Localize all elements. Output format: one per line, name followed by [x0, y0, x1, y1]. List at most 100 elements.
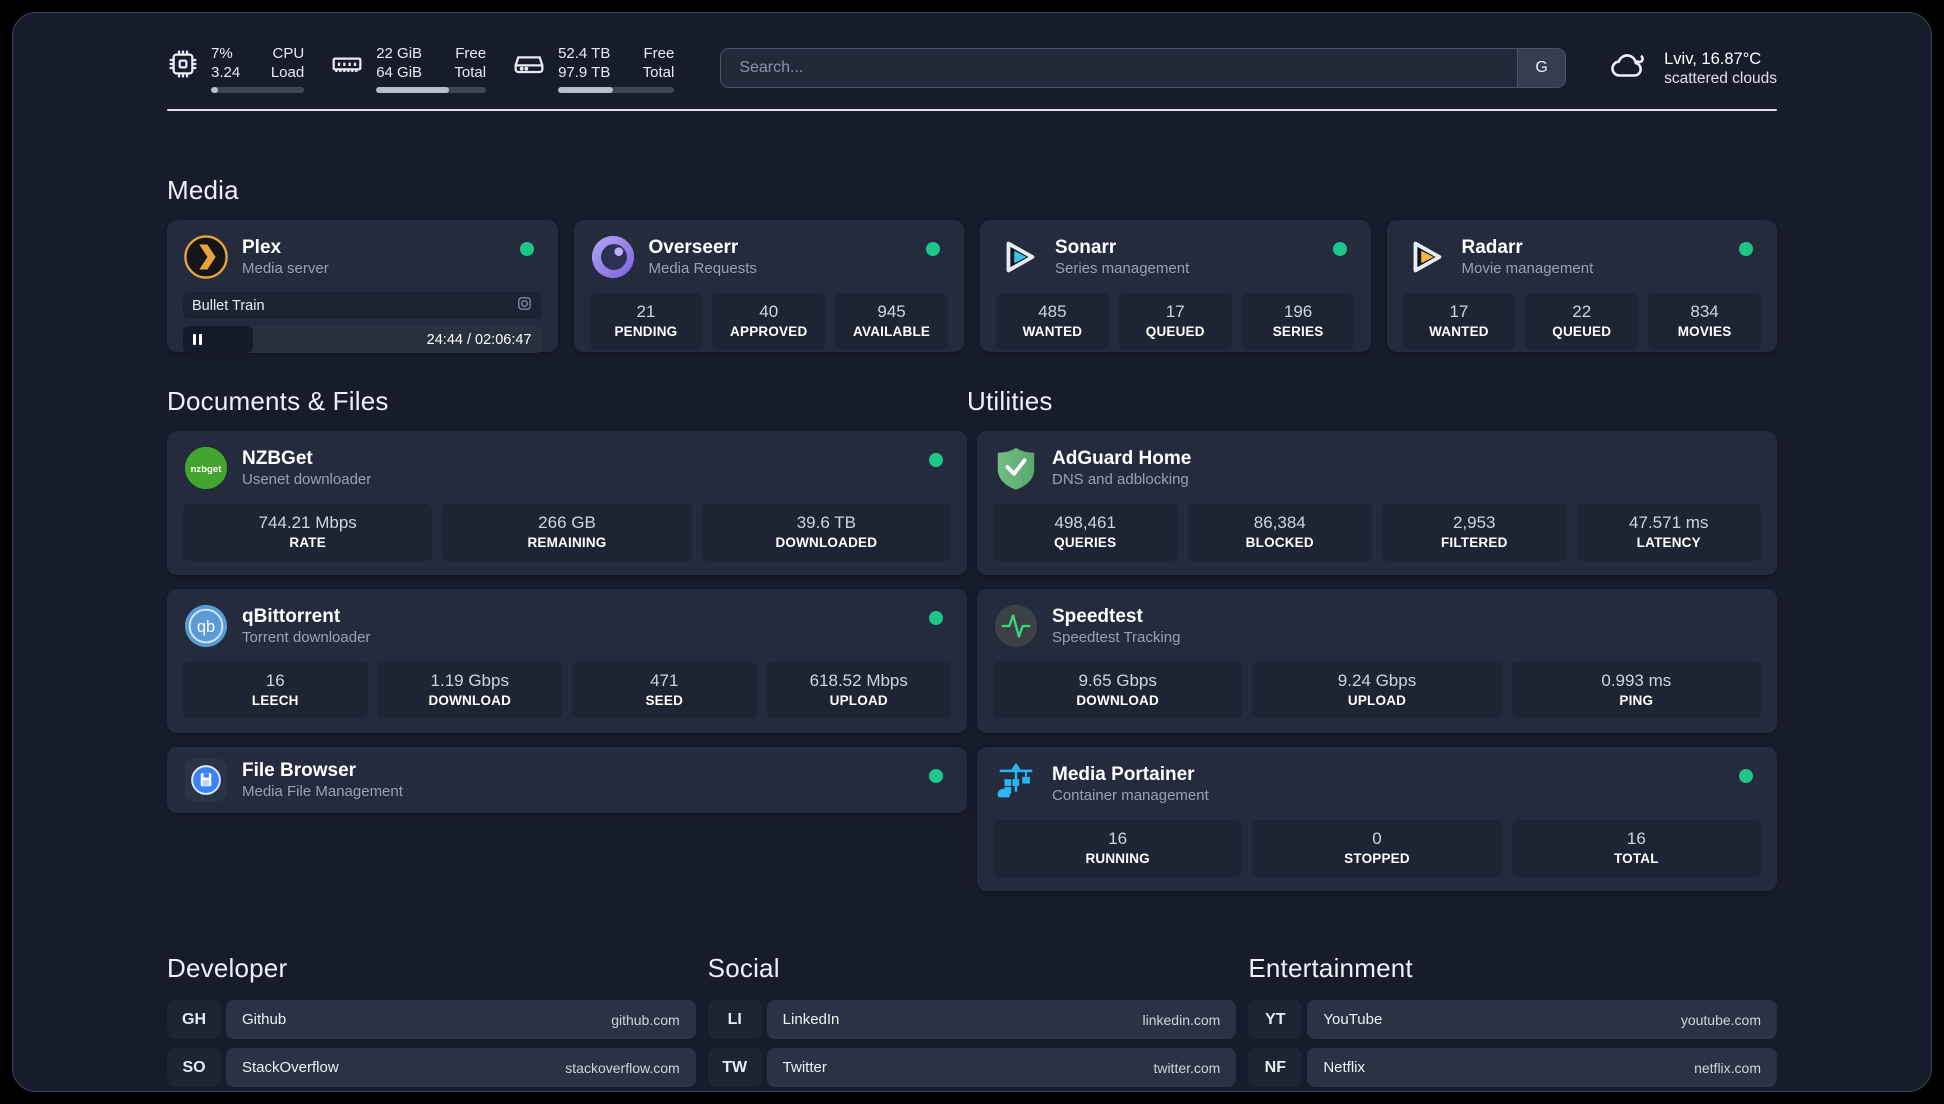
stat-value: 1.19 Gbps — [430, 671, 509, 690]
bookmark-name: LinkedIn — [782, 1011, 840, 1028]
stat-tile: 17 QUEUED — [1118, 293, 1232, 350]
portainer-card[interactable]: Media Portainer Container management 16 R… — [977, 747, 1777, 891]
search-engine-button[interactable]: G — [1517, 49, 1566, 87]
bookmark-github[interactable]: GH Github github.com — [167, 1000, 696, 1039]
stat-value: 9.24 Gbps — [1337, 671, 1417, 690]
pause-icon[interactable] — [193, 334, 202, 345]
bookmark-abbr: TW — [707, 1048, 762, 1087]
bookmark-twitter[interactable]: TW Twitter twitter.com — [707, 1048, 1237, 1087]
radarr-icon — [1403, 234, 1449, 280]
stat-label: FILTERED — [1440, 535, 1508, 550]
nzbget-card[interactable]: nzbget NZBGet Usenet downloader 744.21 M… — [167, 431, 967, 575]
speedtest-icon — [993, 603, 1039, 649]
filebrowser-card[interactable]: File Browser Media File Management — [167, 747, 967, 813]
weather-condition: scattered clouds — [1664, 69, 1777, 87]
status-dot — [1332, 242, 1347, 256]
stat-value: 834 — [1690, 302, 1719, 321]
filebrowser-icon — [183, 757, 229, 803]
app-name: qBittorrent — [242, 606, 341, 627]
bookmark-abbr: LI — [707, 1000, 762, 1039]
search-input[interactable] — [721, 49, 1518, 87]
stat-label: WANTED — [1022, 324, 1083, 339]
stat-label: QUEUED — [1552, 324, 1612, 339]
stat-value: 16 — [1108, 829, 1128, 848]
social-bookmarks: LI LinkedIn linkedin.com TW Twitter twitte… — [707, 1000, 1237, 1087]
status-dot — [929, 611, 943, 625]
app-subtitle: DNS and adblocking — [1052, 471, 1189, 488]
bookmark-linkedin[interactable]: LI LinkedIn linkedin.com — [707, 1000, 1237, 1039]
stat-tile: 485 WANTED — [996, 293, 1109, 350]
speedtest-card[interactable]: Speedtest Speedtest Tracking 9.65 Gbps DO… — [977, 589, 1777, 733]
stat-value: 498,461 — [1054, 513, 1116, 532]
status-dot — [929, 769, 943, 783]
ram-progress — [376, 86, 487, 93]
search-bar: G — [720, 48, 1567, 88]
nzbget-icon: nzbget — [183, 445, 229, 491]
app-subtitle: Torrent downloader — [242, 629, 371, 646]
stat-value: 0.993 ms — [1601, 671, 1672, 690]
stat-label: SERIES — [1272, 324, 1324, 339]
stat-label: RATE — [289, 535, 326, 550]
app-subtitle: Media File Management — [242, 783, 403, 800]
bookmark-url: netflix.com — [1694, 1059, 1762, 1076]
stat-value: 47.571 ms — [1629, 513, 1709, 532]
disk-progress — [558, 86, 675, 93]
portainer-icon — [993, 761, 1039, 807]
stat-value: 9.65 Gbps — [1078, 671, 1157, 690]
stat-tile: 9.65 Gbps DOWNLOAD — [993, 662, 1243, 719]
stat-label: DOWNLOAD — [428, 693, 512, 708]
adguard-card[interactable]: AdGuard Home DNS and adblocking 498,461 Q… — [977, 431, 1777, 575]
app-name: Sonarr — [1055, 237, 1117, 258]
overseerr-card[interactable]: Overseerr Media Requests 21 PENDING 40 APP… — [573, 220, 964, 352]
bookmark-name: Netflix — [1323, 1059, 1366, 1076]
stat-tile: 22 QUEUED — [1525, 293, 1639, 350]
bookmark-youtube[interactable]: YT YouTube youtube.com — [1248, 1000, 1778, 1039]
adguard-icon — [993, 445, 1039, 491]
bookmark-netflix[interactable]: NF Netflix netflix.com — [1248, 1048, 1778, 1087]
stat-tile: 1.19 Gbps DOWNLOAD — [377, 662, 562, 719]
stat-value: 618.52 Mbps — [809, 671, 908, 690]
stat-value: 17 — [1449, 302, 1469, 321]
plex-card[interactable]: Plex Media server Bullet Train 24:44 / 0… — [167, 220, 558, 353]
stat-tile: 86,384 BLOCKED — [1187, 504, 1372, 561]
stat-tile: 40 APPROVED — [712, 293, 826, 350]
app-subtitle: Media Requests — [648, 260, 757, 277]
stat-label: SEED — [645, 693, 684, 708]
sonarr-card[interactable]: Sonarr Series management 485 WANTED 17 QUE… — [980, 220, 1371, 352]
cpu-stat: 7% 3.24 CPU Load — [167, 44, 305, 93]
entertainment-bookmarks: YT YouTube youtube.com NF Netflix netflix.… — [1248, 1000, 1778, 1091]
app-name: AdGuard Home — [1052, 448, 1192, 469]
ram-labels: Free Total — [454, 44, 487, 81]
stat-label: MOVIES — [1677, 324, 1732, 339]
stat-label: RUNNING — [1085, 851, 1150, 866]
media-type-icon — [516, 295, 533, 317]
bookmark-name: StackOverflow — [242, 1059, 339, 1076]
svg-text:nzbget: nzbget — [191, 464, 223, 475]
plex-icon — [183, 234, 229, 280]
qbittorrent-card[interactable]: qb qBittorrent Torrent downloader 16 LEEC… — [167, 589, 967, 733]
stat-label: TOTAL — [1613, 851, 1659, 866]
playback-progress[interactable]: 24:44 / 02:06:47 — [183, 326, 542, 353]
stat-tile: 16 LEECH — [183, 662, 368, 719]
bookmark-stackoverflow[interactable]: SO StackOverflow stackoverflow.com — [167, 1048, 696, 1087]
stat-tile: 471 SEED — [572, 662, 757, 719]
stat-tile: 9.24 Gbps UPLOAD — [1252, 662, 1502, 719]
stat-tile: 21 PENDING — [589, 293, 703, 350]
status-dot — [1739, 769, 1753, 783]
header-divider — [167, 109, 1777, 111]
ram-stat: 22 GiB 64 GiB Free Total — [330, 44, 487, 93]
stat-tile: 0 STOPPED — [1252, 820, 1502, 877]
app-subtitle: Usenet downloader — [242, 471, 372, 488]
sonarr-icon — [996, 234, 1042, 280]
stat-label: UPLOAD — [829, 693, 888, 708]
stat-value: 0 — [1372, 829, 1382, 848]
qbittorrent-icon: qb — [183, 603, 229, 649]
stat-tile: 618.52 Mbps UPLOAD — [766, 662, 951, 719]
cpu-progress — [211, 86, 305, 93]
stat-tile: 2,953 FILTERED — [1382, 504, 1567, 561]
radarr-card[interactable]: Radarr Movie management 17 WANTED 22 QUEUE… — [1386, 220, 1777, 352]
svg-text:qb: qb — [197, 618, 215, 636]
stat-value: 2,953 — [1452, 513, 1496, 532]
section-title-developer: Developer — [167, 953, 288, 983]
stat-value: 485 — [1038, 302, 1067, 321]
